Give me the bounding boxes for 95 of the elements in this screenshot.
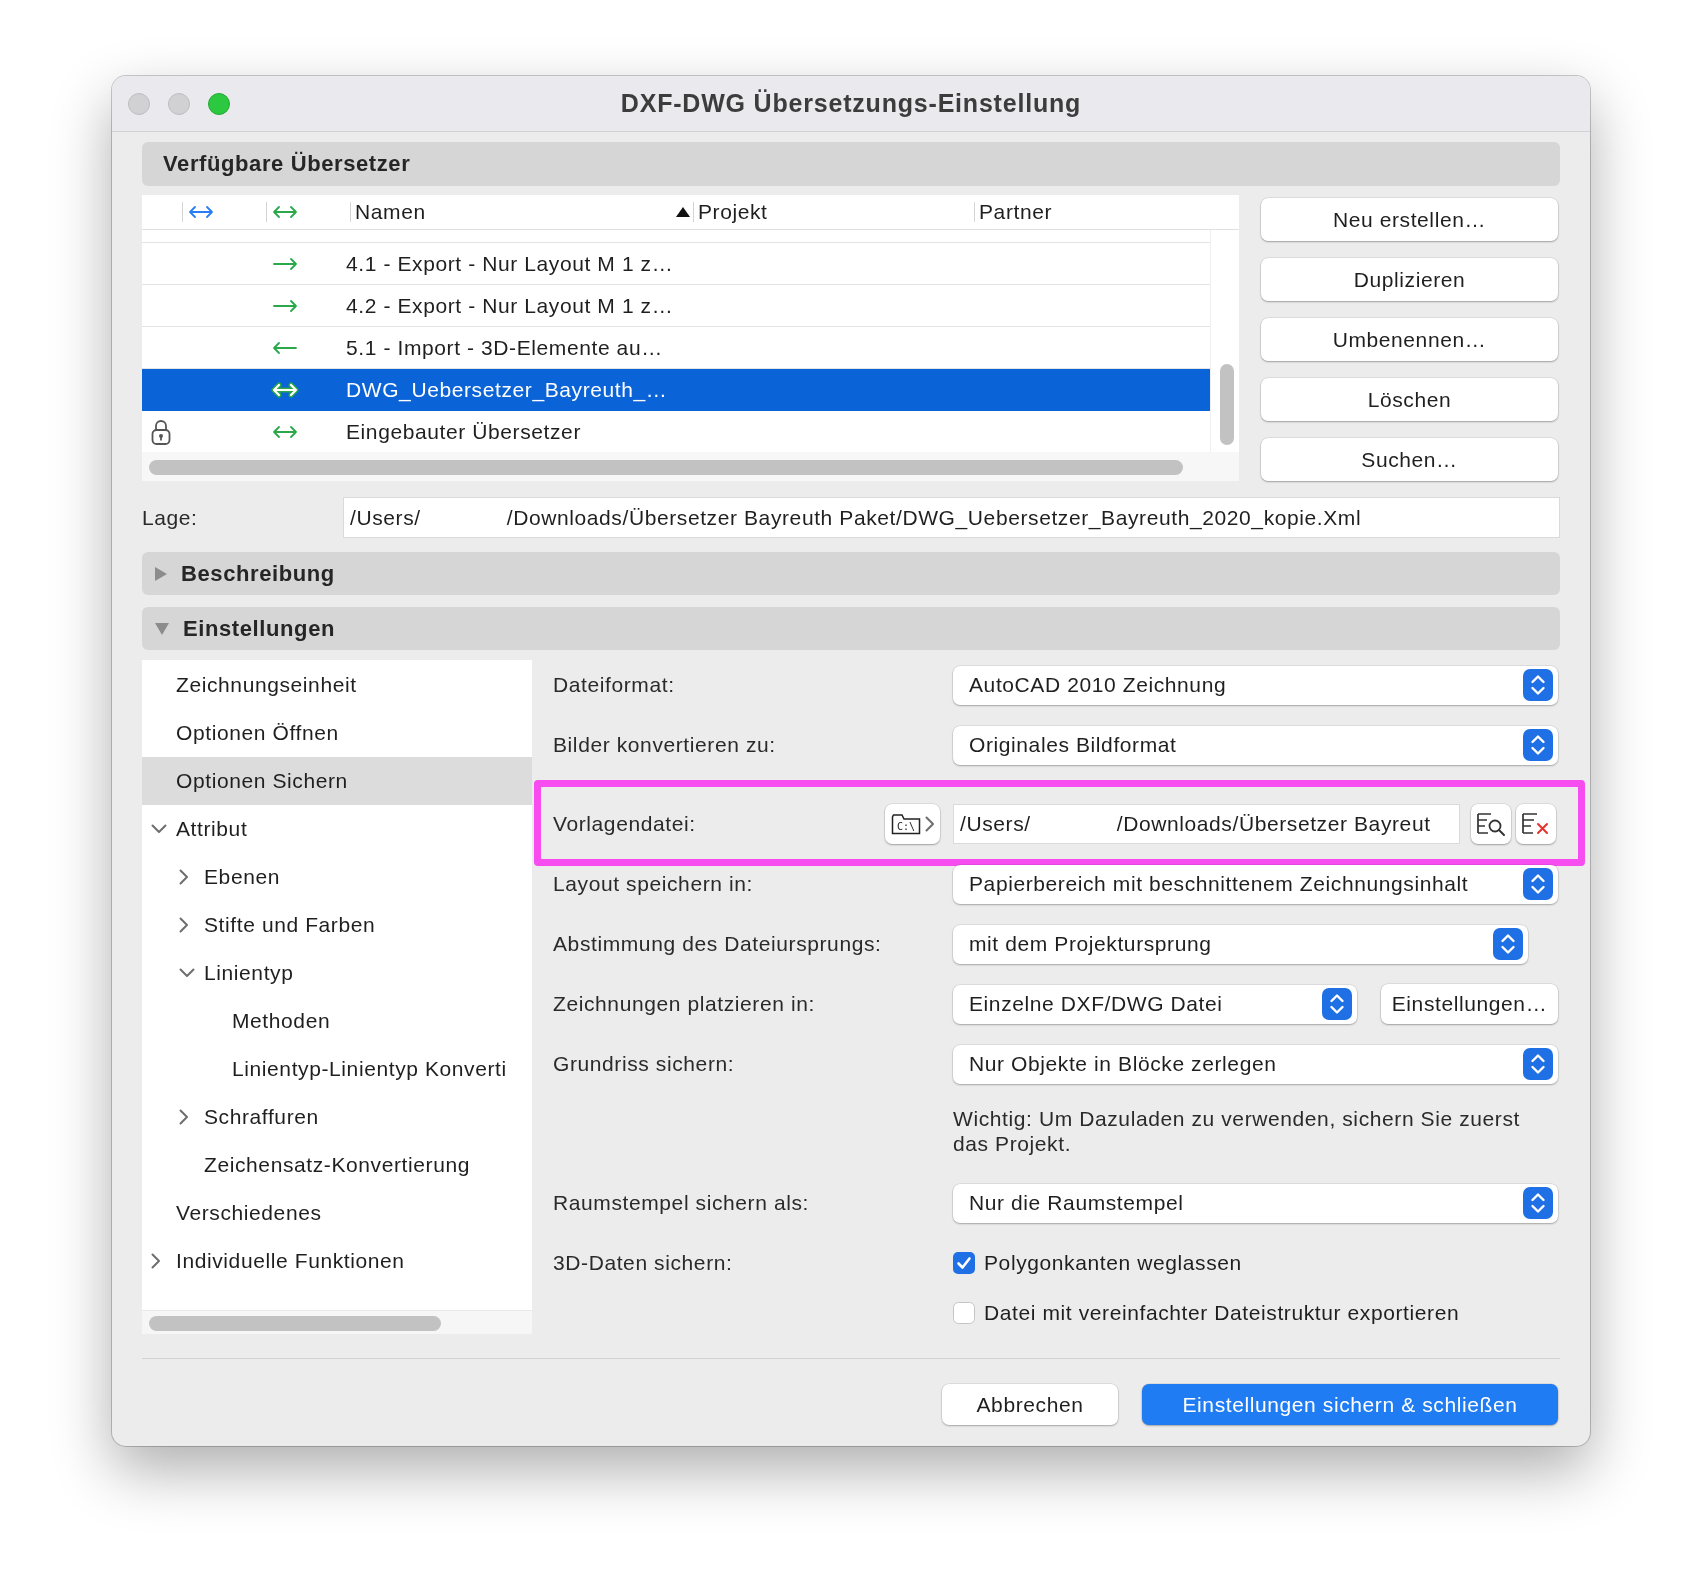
folder-icon: C:\	[890, 813, 921, 835]
tree-item[interactable]: Zeichensatz-Konvertierung	[142, 1141, 532, 1189]
chevron-down-icon[interactable]	[151, 824, 167, 834]
field-label: 3D-Daten sichern:	[553, 1251, 733, 1275]
column-header[interactable]: Partner	[974, 195, 1239, 229]
right-arrow-icon	[271, 255, 299, 272]
up-down-chevron-icon	[1523, 669, 1553, 701]
tree-item[interactable]: Schraffuren	[142, 1093, 532, 1141]
right-arrow-icon	[271, 297, 299, 314]
dropdown[interactable]: Einzelne DXF/DWG Datei	[953, 984, 1357, 1024]
clear-button[interactable]	[1516, 804, 1556, 844]
section-header[interactable]: Einstellungen	[142, 607, 1560, 650]
double-arrow-icon	[187, 204, 215, 220]
duplicate-button[interactable]: Duplizieren	[1261, 258, 1558, 301]
section-header[interactable]: Beschreibung	[142, 552, 1560, 595]
path-text: /Users/	[350, 505, 421, 530]
settings-button[interactable]: Einstellungen…	[1381, 984, 1558, 1024]
path-text: /Downloads/Übersetzer Bayreuth Paket/DWG_Uebersetzer_Bayreuth_2020_kopie.Xml	[506, 505, 1362, 530]
tree-item[interactable]: Verschiedenes	[142, 1189, 532, 1237]
up-down-chevron-icon	[1523, 1187, 1553, 1219]
translator-name: 4.2 - Export - Nur Layout M 1 z…	[346, 293, 674, 318]
dropdown[interactable]: Originales Bildformat	[953, 725, 1558, 765]
create-button[interactable]: Neu erstellen…	[1261, 198, 1558, 241]
table-row[interactable]: DWG_Uebersetzer_Bayreuth_…	[142, 369, 1210, 411]
chevron-right-icon[interactable]	[151, 1253, 161, 1269]
section-title: Einstellungen	[183, 615, 336, 642]
window-title: DXF-DWG Übersetzungs-Einstellung	[620, 89, 1082, 118]
column-header[interactable]: Namen	[350, 195, 693, 229]
list-search-icon	[1476, 811, 1506, 837]
chevron-down-icon[interactable]	[179, 968, 195, 978]
note-text: Wichtig: Um Dazuladen zu verwenden, sichern Sie zuerst das Projekt.	[953, 1106, 1521, 1156]
search-button[interactable]: Suchen…	[1261, 438, 1558, 481]
checkbox[interactable]	[953, 1252, 975, 1274]
field-label: Abstimmung des Dateiursprungs:	[553, 932, 882, 956]
chevron-right-icon[interactable]	[179, 869, 189, 885]
tree-item[interactable]: Zeichnungseinheit	[142, 661, 532, 709]
tree-item[interactable]: Attribut	[142, 805, 532, 853]
path-text: /Downloads/Übersetzer Bayreut	[1116, 812, 1431, 836]
tree-item[interactable]: Methoden	[142, 997, 532, 1045]
path-field[interactable]: /Users/ /Downloads/Übersetzer Bayreut	[953, 804, 1460, 844]
dropdown[interactable]: Papierbereich mit beschnittenem Zeichnungsinhalt	[953, 864, 1558, 904]
dropdown[interactable]: Nur Objekte in Blöcke zerlegen	[953, 1044, 1558, 1084]
dropdown[interactable]: AutoCAD 2010 Zeichnung	[953, 665, 1558, 705]
field-label: Raumstempel sichern als:	[553, 1191, 809, 1215]
left-arrow-icon	[271, 339, 299, 356]
dropdown[interactable]: mit dem Projektursprung	[953, 924, 1528, 964]
cancel-button[interactable]: Abbrechen	[942, 1384, 1118, 1425]
translator-name: 5.1 - Import - 3D-Elemente au…	[346, 335, 663, 360]
list-delete-icon	[1521, 811, 1551, 837]
translator-name: Eingebauter Übersetzer	[346, 419, 581, 444]
column-header[interactable]: Projekt	[693, 195, 974, 229]
horizontal-scrollbar[interactable]	[149, 1316, 441, 1331]
tree-item[interactable]: Optionen Öffnen	[142, 709, 532, 757]
dropdown[interactable]: Nur die Raumstempel	[953, 1183, 1558, 1223]
tree-item[interactable]: Ebenen	[142, 853, 532, 901]
tree-item[interactable]: Stifte und Farben	[142, 901, 532, 949]
field-label: Layout speichern in:	[553, 872, 753, 896]
checkbox-label: Datei mit vereinfachter Dateistruktur exportieren	[984, 1301, 1460, 1325]
delete-button[interactable]: Löschen	[1261, 378, 1558, 421]
translator-name: 4.1 - Export - Nur Layout M 1 z…	[346, 251, 674, 276]
section-title: Verfügbare Übersetzer	[163, 151, 411, 177]
field-label: Bilder konvertieren zu:	[553, 733, 776, 757]
up-down-chevron-icon	[1523, 729, 1553, 761]
path-text: /Users/	[960, 812, 1031, 836]
location-field[interactable]: /Users/ /Downloads/Übersetzer Bayreuth Paket/DWG_Uebersetzer_Bayreuth_2020_kopie.Xml	[343, 497, 1560, 538]
checkbox[interactable]	[953, 1302, 975, 1324]
section-title: Beschreibung	[181, 560, 335, 587]
location-label: Lage:	[142, 505, 199, 530]
folder-button[interactable]: C:\	[885, 804, 940, 844]
tree-item[interactable]: Optionen Sichern	[142, 757, 532, 805]
tree-item[interactable]: Linientyp-Linientyp Konverti	[142, 1045, 532, 1093]
rename-button[interactable]: Umbenennen…	[1261, 318, 1558, 361]
double-arrow-icon	[271, 204, 299, 220]
tree-item[interactable]: Individuelle Funktionen	[142, 1237, 532, 1285]
up-down-chevron-icon	[1523, 868, 1553, 900]
field-label: Grundriss sichern:	[553, 1052, 735, 1076]
horizontal-scrollbar[interactable]	[149, 460, 1183, 475]
up-down-chevron-icon	[1523, 1048, 1553, 1080]
up-down-chevron-icon	[1322, 988, 1352, 1020]
traffic-light-icon[interactable]	[208, 92, 230, 115]
vertical-scrollbar[interactable]	[1220, 364, 1234, 445]
save-button[interactable]: Einstellungen sichern & schließen	[1142, 1384, 1558, 1425]
preview-button[interactable]	[1471, 804, 1511, 844]
chevron-right-icon[interactable]	[179, 1109, 189, 1125]
checkbox-label: Polygonkanten weglassen	[984, 1251, 1242, 1275]
chevron-right-icon[interactable]	[924, 816, 935, 832]
double-arrow-icon	[271, 381, 299, 398]
chevron-right-icon[interactable]	[179, 917, 189, 933]
field-label: Vorlagendatei:	[553, 812, 696, 836]
double-arrow-icon	[271, 423, 299, 440]
field-label: Dateiformat:	[553, 673, 675, 697]
translator-name: DWG_Uebersetzer_Bayreuth_…	[346, 377, 668, 402]
field-label: Zeichnungen platzieren in:	[553, 992, 815, 1016]
tree-item[interactable]: Linientyp	[142, 949, 532, 997]
up-down-chevron-icon	[1493, 928, 1523, 960]
